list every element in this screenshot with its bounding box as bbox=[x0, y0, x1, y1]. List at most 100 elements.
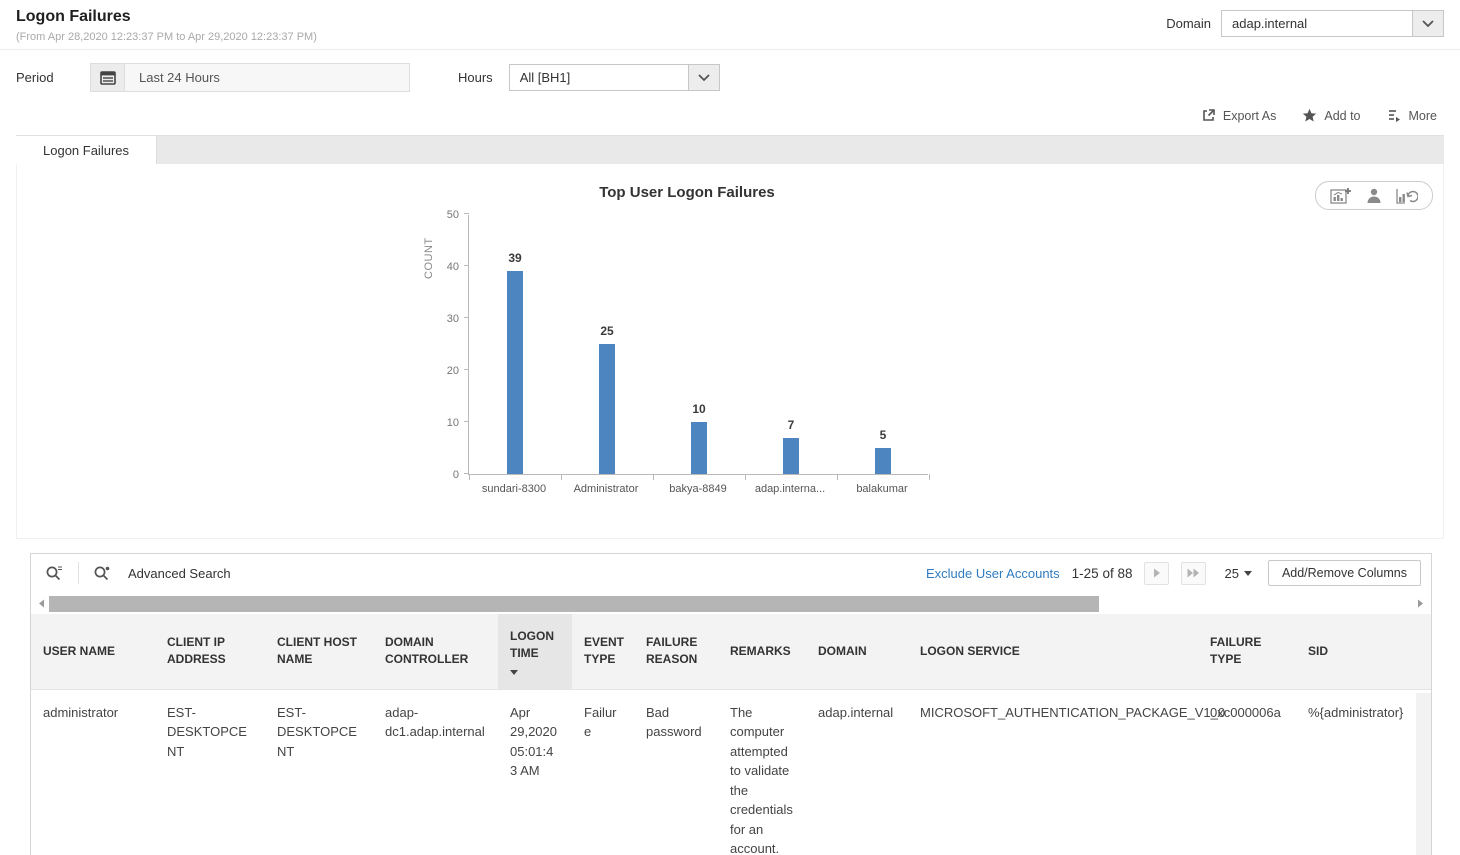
bar-bakya-8849[interactable] bbox=[691, 422, 707, 474]
period-value: Last 24 Hours bbox=[125, 64, 234, 91]
exclude-user-accounts-link[interactable]: Exclude User Accounts bbox=[926, 566, 1060, 581]
add-to-button[interactable]: Add to bbox=[1302, 108, 1360, 123]
y-tick-mark bbox=[464, 317, 469, 318]
x-tick-mark bbox=[469, 474, 470, 480]
bar-adap.interna...[interactable] bbox=[783, 438, 799, 474]
column-header-client-ip-address[interactable]: CLIENT IP ADDRESS bbox=[155, 614, 265, 689]
table-cell: 0xc000006a bbox=[1198, 689, 1296, 855]
column-header-label: DOMAIN bbox=[818, 644, 867, 658]
star-icon bbox=[1302, 108, 1317, 123]
domain-select[interactable]: adap.internal bbox=[1221, 10, 1444, 37]
table-cell: Bad password bbox=[634, 689, 718, 855]
scrollbar-thumb[interactable] bbox=[49, 596, 1099, 612]
hours-label: Hours bbox=[458, 70, 493, 85]
table-cell: EST-DESKTOPCENT bbox=[265, 689, 373, 855]
column-header-logon-service[interactable]: LOGON SERVICE bbox=[908, 614, 1198, 689]
bar-balakumar[interactable] bbox=[875, 448, 891, 474]
column-header-label: DOMAIN CONTROLLER bbox=[385, 635, 468, 666]
advanced-search-icon[interactable] bbox=[87, 562, 118, 585]
column-header-sid[interactable]: SID bbox=[1296, 614, 1431, 689]
column-header-label: FAILURE REASON bbox=[646, 635, 697, 666]
y-tick-mark bbox=[464, 213, 469, 214]
column-header-logon-time[interactable]: LOGON TIME bbox=[498, 614, 572, 689]
user-icon[interactable] bbox=[1365, 187, 1383, 205]
advanced-search-label[interactable]: Advanced Search bbox=[128, 566, 231, 581]
table-controls-row: Advanced Search Exclude User Accounts 1-… bbox=[31, 554, 1431, 592]
x-tick-mark bbox=[745, 474, 746, 480]
column-header-label: FAILURE TYPE bbox=[1210, 635, 1261, 666]
y-tick-label: 40 bbox=[429, 261, 459, 273]
column-header-label: LOGON SERVICE bbox=[920, 644, 1020, 658]
row-range-text: 1-25 of 88 bbox=[1072, 566, 1133, 581]
column-header-label: LOGON TIME bbox=[510, 629, 554, 660]
y-tick-mark bbox=[464, 369, 469, 370]
search-icon[interactable] bbox=[39, 562, 70, 585]
table-cell: Failure bbox=[572, 689, 634, 855]
period-input[interactable]: Last 24 Hours bbox=[90, 63, 410, 92]
x-category-label: sundari-8300 bbox=[468, 483, 560, 495]
topbar: Logon Failures (From Apr 28,2020 12:23:3… bbox=[0, 0, 1460, 50]
column-header-remarks[interactable]: REMARKS bbox=[718, 614, 806, 689]
caret-down-icon bbox=[1244, 571, 1252, 576]
pagination-controls: Exclude User Accounts 1-25 of 88 25 Add/… bbox=[926, 560, 1421, 586]
x-tick-mark bbox=[837, 474, 838, 480]
export-as-label: Export As bbox=[1223, 109, 1277, 123]
column-header-label: CLIENT HOST NAME bbox=[277, 635, 357, 666]
column-header-client-host-name[interactable]: CLIENT HOST NAME bbox=[265, 614, 373, 689]
column-header-user-name[interactable]: USER NAME bbox=[31, 614, 155, 689]
column-header-domain-controller[interactable]: DOMAIN CONTROLLER bbox=[373, 614, 498, 689]
add-remove-columns-button[interactable]: Add/Remove Columns bbox=[1268, 560, 1421, 586]
chevron-down-icon[interactable] bbox=[688, 65, 719, 90]
next-page-icon[interactable] bbox=[1144, 562, 1169, 585]
table-row[interactable]: administratorEST-DESKTOPCENTEST-DESKTOPC… bbox=[31, 689, 1431, 855]
column-header-label: REMARKS bbox=[730, 644, 791, 658]
bar-chart-plot: COUNT 0102030405039251075 bbox=[468, 215, 928, 475]
divider bbox=[78, 562, 79, 584]
bar-value-label: 7 bbox=[788, 418, 795, 432]
actions-row: Export As Add to More bbox=[0, 102, 1460, 135]
vertical-scrollbar[interactable] bbox=[1416, 693, 1431, 855]
table-cell: administrator bbox=[31, 689, 155, 855]
calendar-icon[interactable] bbox=[91, 64, 125, 91]
more-button[interactable]: More bbox=[1387, 108, 1437, 123]
column-header-domain[interactable]: DOMAIN bbox=[806, 614, 908, 689]
table-header-row: USER NAMECLIENT IP ADDRESS CLIENT HOST NA… bbox=[31, 614, 1431, 689]
tab-logon-failures[interactable]: Logon Failures bbox=[16, 136, 157, 164]
x-tick-mark bbox=[561, 474, 562, 480]
logon-failures-page: Logon Failures (From Apr 28,2020 12:23:3… bbox=[0, 0, 1460, 855]
column-header-event-type[interactable]: EVENT TYPE bbox=[572, 614, 634, 689]
y-tick-label: 50 bbox=[429, 209, 459, 221]
bar-value-label: 10 bbox=[692, 402, 705, 416]
y-tick-mark bbox=[464, 421, 469, 422]
x-category-label: balakumar bbox=[836, 483, 928, 495]
bar-value-label: 39 bbox=[508, 251, 521, 265]
y-tick-label: 10 bbox=[429, 417, 459, 429]
chevron-down-icon[interactable] bbox=[1412, 11, 1443, 36]
more-label: More bbox=[1409, 109, 1437, 123]
scroll-left-icon[interactable] bbox=[34, 599, 49, 608]
add-chart-icon[interactable] bbox=[1330, 187, 1352, 205]
hours-select[interactable]: All [BH1] bbox=[509, 64, 720, 91]
domain-filter: Domain adap.internal bbox=[1166, 10, 1444, 37]
x-category-label: Administrator bbox=[560, 483, 652, 495]
domain-label: Domain bbox=[1166, 16, 1211, 31]
scrollbar-track[interactable] bbox=[49, 596, 1413, 612]
table-cell: adap-dc1.adap.internal bbox=[373, 689, 498, 855]
chart-panel: Top User Logon Failures COUNT 0102030405… bbox=[16, 164, 1444, 539]
table-cell: MICROSOFT_AUTHENTICATION_PACKAGE_V1_0 bbox=[908, 689, 1198, 855]
sort-desc-icon[interactable] bbox=[510, 670, 518, 675]
domain-select-value: adap.internal bbox=[1222, 11, 1412, 36]
horizontal-scrollbar bbox=[31, 593, 1431, 614]
bar-sundari-8300[interactable] bbox=[507, 271, 523, 474]
search-controls: Advanced Search bbox=[39, 562, 231, 585]
scroll-right-icon[interactable] bbox=[1413, 599, 1428, 608]
y-tick-mark bbox=[464, 265, 469, 266]
last-page-icon[interactable] bbox=[1181, 562, 1206, 585]
export-as-button[interactable]: Export As bbox=[1201, 108, 1277, 123]
y-tick-label: 20 bbox=[429, 365, 459, 377]
refresh-chart-icon[interactable] bbox=[1396, 187, 1418, 205]
column-header-failure-type[interactable]: FAILURE TYPE bbox=[1198, 614, 1296, 689]
page-size-dropdown[interactable]: 25 bbox=[1224, 566, 1251, 581]
column-header-failure-reason[interactable]: FAILURE REASON bbox=[634, 614, 718, 689]
bar-Administrator[interactable] bbox=[599, 344, 615, 474]
